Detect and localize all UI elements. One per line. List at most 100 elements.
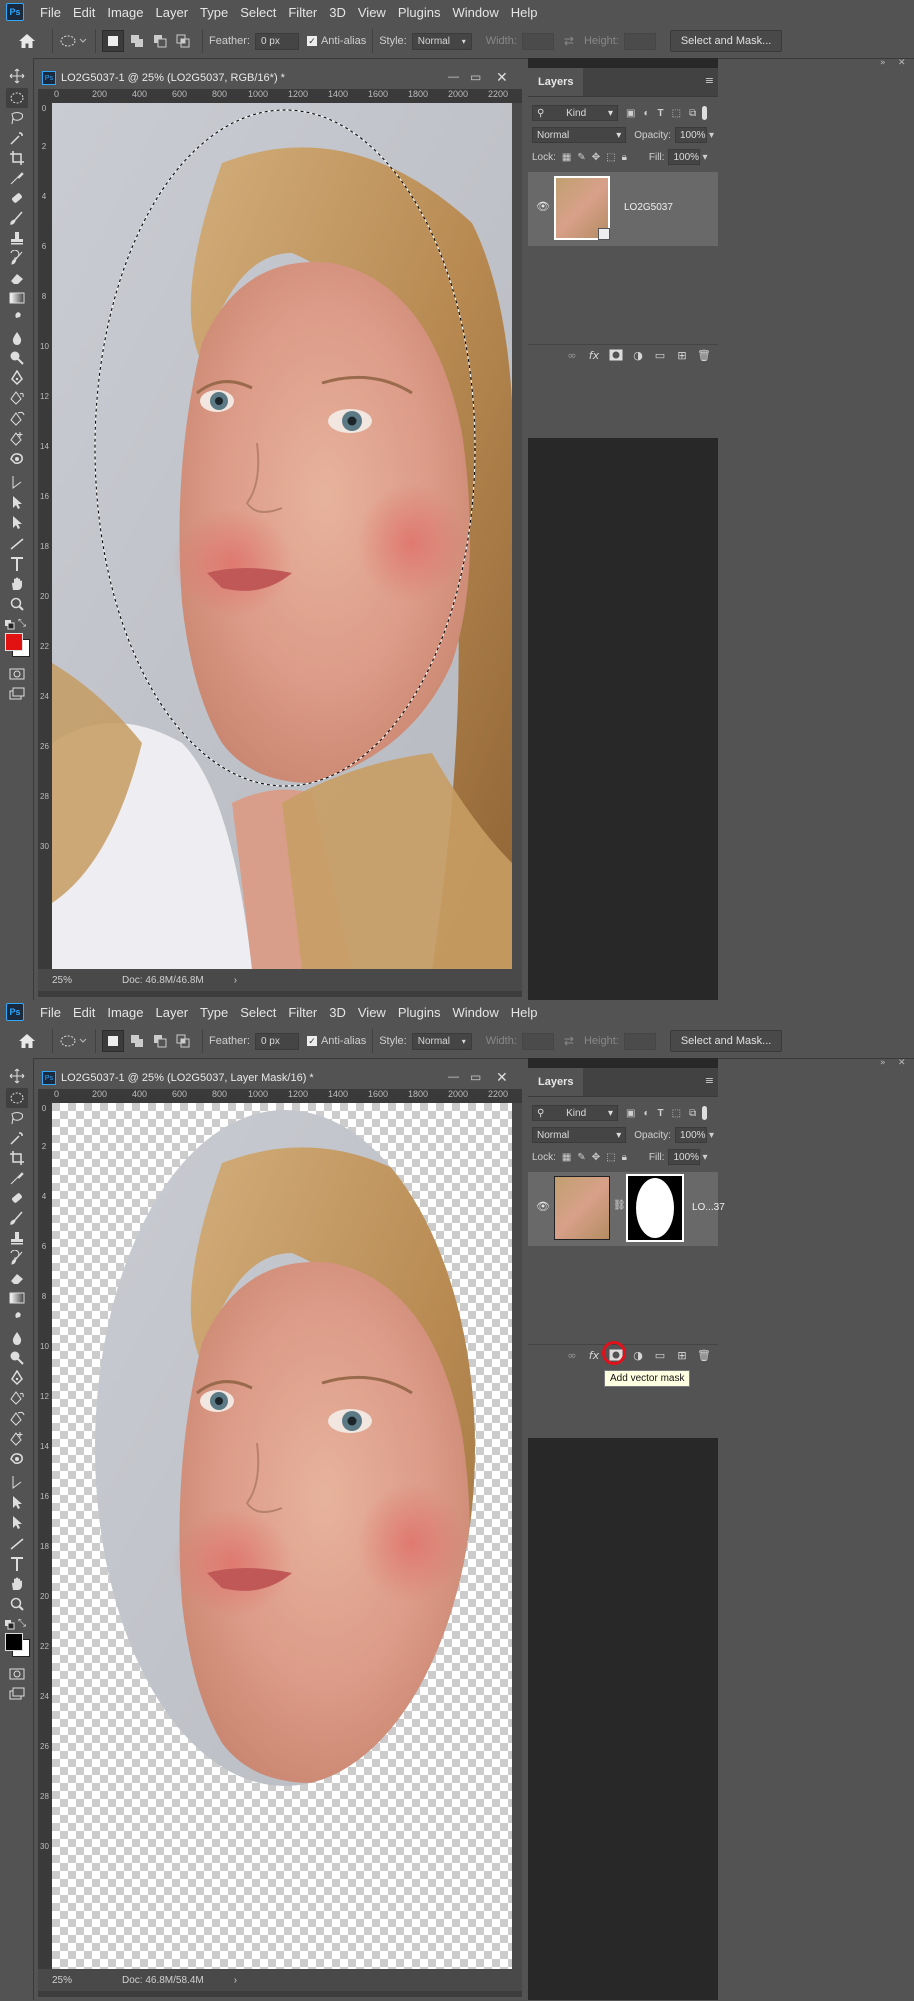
menu-layer[interactable]: Layer	[150, 5, 195, 20]
brush-tool-icon[interactable]	[6, 208, 28, 228]
layer-row[interactable]: 👁︎ ⛓︎ LO...37	[528, 1172, 725, 1246]
link-layers-icon[interactable]: ∞	[564, 347, 580, 363]
new-group-icon[interactable]: ▭	[652, 347, 668, 363]
swap-width-height-icon[interactable]: ⇄	[564, 34, 574, 48]
lock-position-icon[interactable]: ✥	[592, 152, 600, 163]
lock-image-icon[interactable]: ✎	[577, 1152, 585, 1163]
swap-colors-icon[interactable]: ⤡	[18, 618, 26, 629]
pen-tool-icon[interactable]	[6, 1368, 28, 1388]
home-icon[interactable]	[18, 1033, 38, 1049]
menu-filter[interactable]: Filter	[282, 1005, 323, 1020]
healing-brush-tool-icon[interactable]	[6, 188, 28, 208]
antialias-checkbox[interactable]: ✓	[306, 36, 317, 46]
filter-toggle-icon[interactable]	[702, 1106, 708, 1120]
smudge-tool-icon[interactable]	[6, 308, 28, 328]
menu-edit[interactable]: Edit	[67, 5, 101, 20]
close-icon[interactable]: ✕	[496, 69, 508, 86]
blend-mode-select[interactable]: Normal ▾	[532, 127, 627, 143]
link-layers-icon[interactable]: ∞	[564, 1347, 580, 1363]
dodge-tool-icon[interactable]	[6, 348, 28, 368]
close-panel-icon[interactable]: ✕	[898, 1058, 906, 1068]
fill-input[interactable]: 100%	[668, 1149, 701, 1165]
menu-type[interactable]: Type	[194, 1005, 234, 1020]
default-colors-icon[interactable]	[5, 1620, 15, 1633]
subtract-from-selection-icon[interactable]	[150, 31, 170, 51]
pen-tool-icon[interactable]	[6, 368, 28, 388]
type-tool-icon[interactable]	[6, 554, 28, 574]
fill-input[interactable]: 100%	[668, 149, 701, 165]
feather-input[interactable]: 0 px	[254, 32, 299, 50]
eraser-tool-icon[interactable]	[6, 1268, 28, 1288]
menu-help[interactable]: Help	[505, 1005, 544, 1020]
menu-layer[interactable]: Layer	[150, 1005, 195, 1020]
menu-filter[interactable]: Filter	[282, 5, 323, 20]
photo-canvas-masked[interactable]	[52, 1103, 512, 1969]
lock-artboard-icon[interactable]: ⬚	[606, 152, 615, 163]
close-panel-icon[interactable]: ✕	[898, 58, 906, 68]
default-colors-icon[interactable]	[5, 620, 15, 633]
filter-adjustment-icon[interactable]: ◐	[643, 1108, 649, 1119]
history-brush-tool-icon[interactable]	[6, 1248, 28, 1268]
freeform-pen-tool-icon[interactable]	[6, 1388, 28, 1408]
menu-type[interactable]: Type	[194, 5, 234, 20]
add-anchor-point-tool-icon[interactable]	[6, 428, 28, 448]
vertical-scrollbar[interactable]	[512, 1103, 522, 1969]
path-selection-tool-icon[interactable]	[6, 492, 28, 512]
new-selection-icon[interactable]	[102, 1030, 124, 1052]
chevron-down-icon[interactable]: ▾	[709, 130, 714, 141]
menu-3d[interactable]: 3D	[323, 5, 352, 20]
menu-select[interactable]: Select	[234, 1005, 282, 1020]
kind-filter[interactable]: ⚲ Kind ▾	[532, 105, 618, 121]
swap-width-height-icon[interactable]: ⇄	[564, 1034, 574, 1048]
lock-image-icon[interactable]: ✎	[577, 152, 585, 163]
type-tool-icon[interactable]	[6, 1554, 28, 1574]
filter-adjustment-icon[interactable]: ◐	[643, 108, 649, 119]
hand-tool-icon[interactable]	[6, 1574, 28, 1594]
zoom-tool-icon[interactable]	[6, 594, 28, 614]
convert-point-tool-icon[interactable]	[6, 472, 28, 492]
quick-mask-icon[interactable]	[6, 1664, 28, 1684]
zoom-level[interactable]: 25%	[52, 1975, 112, 1986]
chevron-down-icon[interactable]: ▾	[702, 152, 707, 163]
add-mask-icon[interactable]	[608, 347, 624, 363]
smudge-tool-icon[interactable]	[6, 1308, 28, 1328]
menu-file[interactable]: File	[34, 1005, 67, 1020]
style-select[interactable]: Normal ▾	[411, 32, 472, 50]
hand-tool-icon[interactable]	[6, 574, 28, 594]
filter-pixel-icon[interactable]: ▣	[626, 108, 635, 119]
path-selection-tool-icon[interactable]	[6, 1492, 28, 1512]
elliptical-marquee-tool-icon[interactable]	[6, 1088, 28, 1108]
lasso-tool-icon[interactable]	[6, 1108, 28, 1128]
screen-mode-icon[interactable]	[6, 684, 28, 704]
clone-stamp-tool-icon[interactable]	[6, 1228, 28, 1248]
filter-shape-icon[interactable]: ⬚	[672, 1108, 681, 1119]
new-layer-icon[interactable]: ⊞	[674, 1347, 690, 1363]
blur-tool-icon[interactable]	[6, 1328, 28, 1348]
add-to-selection-icon[interactable]	[127, 31, 147, 51]
new-selection-icon[interactable]	[102, 30, 124, 52]
line-tool-icon[interactable]	[6, 534, 28, 554]
filter-type-icon[interactable]: T	[658, 1108, 664, 1119]
eyedropper-tool-icon[interactable]	[6, 168, 28, 188]
healing-brush-tool-icon[interactable]	[6, 1188, 28, 1208]
select-and-mask-button[interactable]: Select and Mask...	[669, 30, 783, 52]
screen-mode-icon[interactable]	[6, 1684, 28, 1704]
fx-icon[interactable]: fx	[586, 347, 602, 363]
minimize-icon[interactable]: —	[448, 71, 459, 83]
curvature-pen-tool-icon[interactable]	[6, 1408, 28, 1428]
menu-3d[interactable]: 3D	[323, 1005, 352, 1020]
minimize-icon[interactable]: —	[448, 1071, 459, 1083]
crop-tool-icon[interactable]	[6, 1148, 28, 1168]
layer-name[interactable]: LO...37	[692, 1202, 725, 1213]
elliptical-marquee-preset-icon[interactable]	[59, 1033, 89, 1049]
visibility-eye-icon[interactable]: 👁︎	[536, 200, 550, 213]
filter-smart-object-icon[interactable]: ⧉	[689, 108, 696, 119]
dodge-tool-icon[interactable]	[6, 1348, 28, 1368]
panel-menu-icon[interactable]: ≡	[705, 74, 714, 87]
subtract-from-selection-icon[interactable]	[150, 1031, 170, 1051]
lock-artboard-icon[interactable]: ⬚	[606, 1152, 615, 1163]
content-aware-move-icon[interactable]	[6, 448, 28, 468]
zoom-tool-icon[interactable]	[6, 1594, 28, 1614]
maximize-icon[interactable]: ▭	[470, 1070, 481, 1084]
clone-stamp-tool-icon[interactable]	[6, 228, 28, 248]
